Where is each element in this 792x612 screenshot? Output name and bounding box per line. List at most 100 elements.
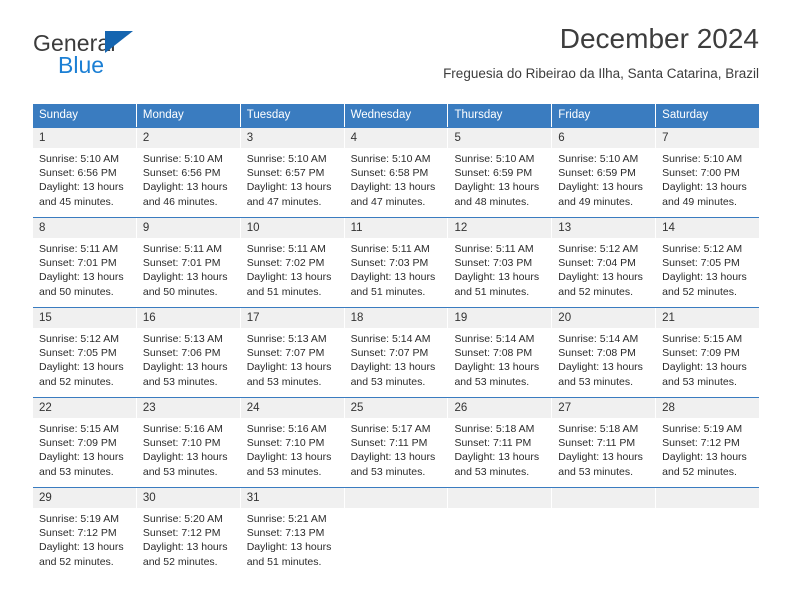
day-cell[interactable]: 16 Sunrise: 5:13 AM Sunset: 7:06 PM Dayl… [136, 308, 241, 397]
sunrise-text: Sunrise: 5:11 AM [246, 243, 326, 255]
sunset-text: Sunset: 6:57 PM [246, 167, 325, 180]
day-info: Sunrise: 5:12 AM Sunset: 7:04 PM Dayligh… [552, 238, 655, 305]
day-number: 23 [136, 398, 240, 418]
sunrise-text: Sunrise: 5:10 AM [246, 153, 327, 165]
daylight-text-line2: and 52 minutes. [142, 555, 218, 568]
daylight-text-line1: Daylight: 13 hours [246, 541, 332, 554]
day-cell[interactable]: 5 Sunrise: 5:10 AM Sunset: 6:59 PM Dayli… [448, 128, 553, 217]
day-number: 26 [448, 398, 552, 418]
sunset-text: Sunset: 7:00 PM [662, 167, 740, 180]
day-cell[interactable]: 11 Sunrise: 5:11 AM Sunset: 7:03 PM Dayl… [344, 218, 449, 307]
page-title: December 2024 [559, 23, 759, 54]
daylight-text-line2: and 53 minutes. [350, 375, 426, 388]
daylight-text-line1: Daylight: 13 hours [246, 271, 332, 284]
daylight-text-line1: Daylight: 13 hours [454, 181, 540, 194]
day-cell[interactable]: 19 Sunrise: 5:14 AM Sunset: 7:08 PM Dayl… [448, 308, 553, 397]
day-number: 2 [136, 128, 240, 148]
sunset-text: Sunset: 7:11 PM [558, 437, 636, 450]
sunrise-text: Sunrise: 5:18 AM [558, 423, 639, 435]
sunset-text: Sunset: 7:11 PM [350, 437, 428, 450]
page-header: General Blue December 2024 Freguesia do … [33, 22, 759, 94]
daylight-text-line1: Daylight: 13 hours [39, 451, 124, 464]
sunset-text: Sunset: 7:12 PM [662, 437, 740, 450]
day-info: Sunrise: 5:12 AM Sunset: 7:05 PM Dayligh… [33, 328, 136, 395]
calendar-week-row: 8 Sunrise: 5:11 AM Sunset: 7:01 PM Dayli… [33, 217, 760, 307]
day-cell[interactable]: 30 Sunrise: 5:20 AM Sunset: 7:12 PM Dayl… [136, 488, 241, 577]
day-cell[interactable]: 15 Sunrise: 5:12 AM Sunset: 7:05 PM Dayl… [33, 308, 137, 397]
sunrise-text: Sunrise: 5:12 AM [662, 243, 743, 255]
daylight-text-line1: Daylight: 13 hours [558, 361, 643, 374]
day-cell[interactable]: 25 Sunrise: 5:17 AM Sunset: 7:11 PM Dayl… [344, 398, 449, 487]
day-info: Sunrise: 5:19 AM Sunset: 7:12 PM Dayligh… [656, 418, 759, 485]
day-cell[interactable]: 8 Sunrise: 5:11 AM Sunset: 7:01 PM Dayli… [33, 218, 137, 307]
general-blue-logo[interactable]: General Blue [33, 30, 253, 86]
day-cell-empty [656, 488, 760, 577]
day-cell[interactable]: 22 Sunrise: 5:15 AM Sunset: 7:09 PM Dayl… [33, 398, 137, 487]
weekday-header-monday: Monday [136, 104, 241, 127]
day-info: Sunrise: 5:10 AM Sunset: 7:00 PM Dayligh… [656, 148, 759, 215]
sunset-text: Sunset: 7:07 PM [350, 347, 429, 360]
day-cell[interactable]: 10 Sunrise: 5:11 AM Sunset: 7:02 PM Dayl… [240, 218, 345, 307]
day-cell[interactable]: 12 Sunrise: 5:11 AM Sunset: 7:03 PM Dayl… [448, 218, 553, 307]
day-cell[interactable]: 7 Sunrise: 5:10 AM Sunset: 7:00 PM Dayli… [656, 128, 760, 217]
sunset-text: Sunset: 7:11 PM [454, 437, 532, 450]
day-number [344, 488, 448, 508]
day-cell[interactable]: 17 Sunrise: 5:13 AM Sunset: 7:07 PM Dayl… [240, 308, 345, 397]
daylight-text-line1: Daylight: 13 hours [558, 451, 643, 464]
sunrise-text: Sunrise: 5:11 AM [350, 243, 430, 255]
daylight-text-line2: and 53 minutes. [454, 465, 530, 478]
day-cell[interactable]: 3 Sunrise: 5:10 AM Sunset: 6:57 PM Dayli… [240, 128, 345, 217]
day-number: 28 [656, 398, 760, 418]
logo-secondary-text: Blue [58, 52, 105, 78]
day-cell[interactable]: 31 Sunrise: 5:21 AM Sunset: 7:13 PM Dayl… [240, 488, 345, 577]
day-cell[interactable]: 26 Sunrise: 5:18 AM Sunset: 7:11 PM Dayl… [448, 398, 553, 487]
daylight-text-line2: and 53 minutes. [454, 375, 530, 388]
day-cell[interactable]: 27 Sunrise: 5:18 AM Sunset: 7:11 PM Dayl… [552, 398, 657, 487]
day-cell[interactable]: 4 Sunrise: 5:10 AM Sunset: 6:58 PM Dayli… [344, 128, 449, 217]
day-cell[interactable]: 9 Sunrise: 5:11 AM Sunset: 7:01 PM Dayli… [136, 218, 241, 307]
day-cell[interactable]: 1 Sunrise: 5:10 AM Sunset: 6:56 PM Dayli… [33, 128, 137, 217]
day-cell[interactable]: 6 Sunrise: 5:10 AM Sunset: 6:59 PM Dayli… [552, 128, 657, 217]
day-number: 8 [33, 218, 136, 238]
day-cell[interactable]: 21 Sunrise: 5:15 AM Sunset: 7:09 PM Dayl… [656, 308, 760, 397]
day-cell[interactable]: 14 Sunrise: 5:12 AM Sunset: 7:05 PM Dayl… [656, 218, 760, 307]
day-info: Sunrise: 5:16 AM Sunset: 7:10 PM Dayligh… [137, 418, 240, 485]
day-number: 5 [448, 128, 552, 148]
daylight-text-line2: and 53 minutes. [662, 375, 737, 388]
sunset-text: Sunset: 7:09 PM [39, 437, 117, 450]
day-number: 27 [552, 398, 656, 418]
sunrise-text: Sunrise: 5:16 AM [246, 423, 327, 435]
sunrise-text: Sunrise: 5:11 AM [454, 243, 534, 255]
day-info: Sunrise: 5:19 AM Sunset: 7:12 PM Dayligh… [33, 508, 136, 575]
day-number: 29 [33, 488, 136, 508]
day-number: 17 [240, 308, 344, 328]
day-cell[interactable]: 18 Sunrise: 5:14 AM Sunset: 7:07 PM Dayl… [344, 308, 449, 397]
daylight-text-line2: and 51 minutes. [454, 285, 530, 298]
day-cell[interactable]: 13 Sunrise: 5:12 AM Sunset: 7:04 PM Dayl… [552, 218, 657, 307]
day-info: Sunrise: 5:13 AM Sunset: 7:06 PM Dayligh… [137, 328, 240, 395]
weekday-header-wednesday: Wednesday [344, 104, 449, 127]
daylight-text-line2: and 52 minutes. [39, 555, 114, 568]
day-cell[interactable]: 28 Sunrise: 5:19 AM Sunset: 7:12 PM Dayl… [656, 398, 760, 487]
day-number: 24 [240, 398, 344, 418]
day-cell[interactable]: 29 Sunrise: 5:19 AM Sunset: 7:12 PM Dayl… [33, 488, 137, 577]
day-number [656, 488, 760, 508]
day-info: Sunrise: 5:10 AM Sunset: 6:57 PM Dayligh… [241, 148, 344, 215]
day-number: 20 [552, 308, 656, 328]
day-cell[interactable]: 24 Sunrise: 5:16 AM Sunset: 7:10 PM Dayl… [240, 398, 345, 487]
day-cell[interactable]: 2 Sunrise: 5:10 AM Sunset: 6:56 PM Dayli… [136, 128, 241, 217]
day-cell-empty [344, 488, 449, 577]
day-cell[interactable]: 20 Sunrise: 5:14 AM Sunset: 7:08 PM Dayl… [552, 308, 657, 397]
day-number: 30 [136, 488, 240, 508]
day-cell[interactable]: 23 Sunrise: 5:16 AM Sunset: 7:10 PM Dayl… [136, 398, 241, 487]
daylight-text-line1: Daylight: 13 hours [142, 361, 228, 374]
sunset-text: Sunset: 6:56 PM [142, 167, 221, 180]
day-number: 6 [552, 128, 656, 148]
daylight-text-line1: Daylight: 13 hours [246, 181, 332, 194]
daylight-text-line1: Daylight: 13 hours [662, 451, 747, 464]
day-info: Sunrise: 5:17 AM Sunset: 7:11 PM Dayligh… [345, 418, 448, 485]
day-number: 14 [656, 218, 760, 238]
day-number: 4 [344, 128, 448, 148]
sunset-text: Sunset: 6:58 PM [350, 167, 429, 180]
day-info: Sunrise: 5:15 AM Sunset: 7:09 PM Dayligh… [656, 328, 759, 395]
